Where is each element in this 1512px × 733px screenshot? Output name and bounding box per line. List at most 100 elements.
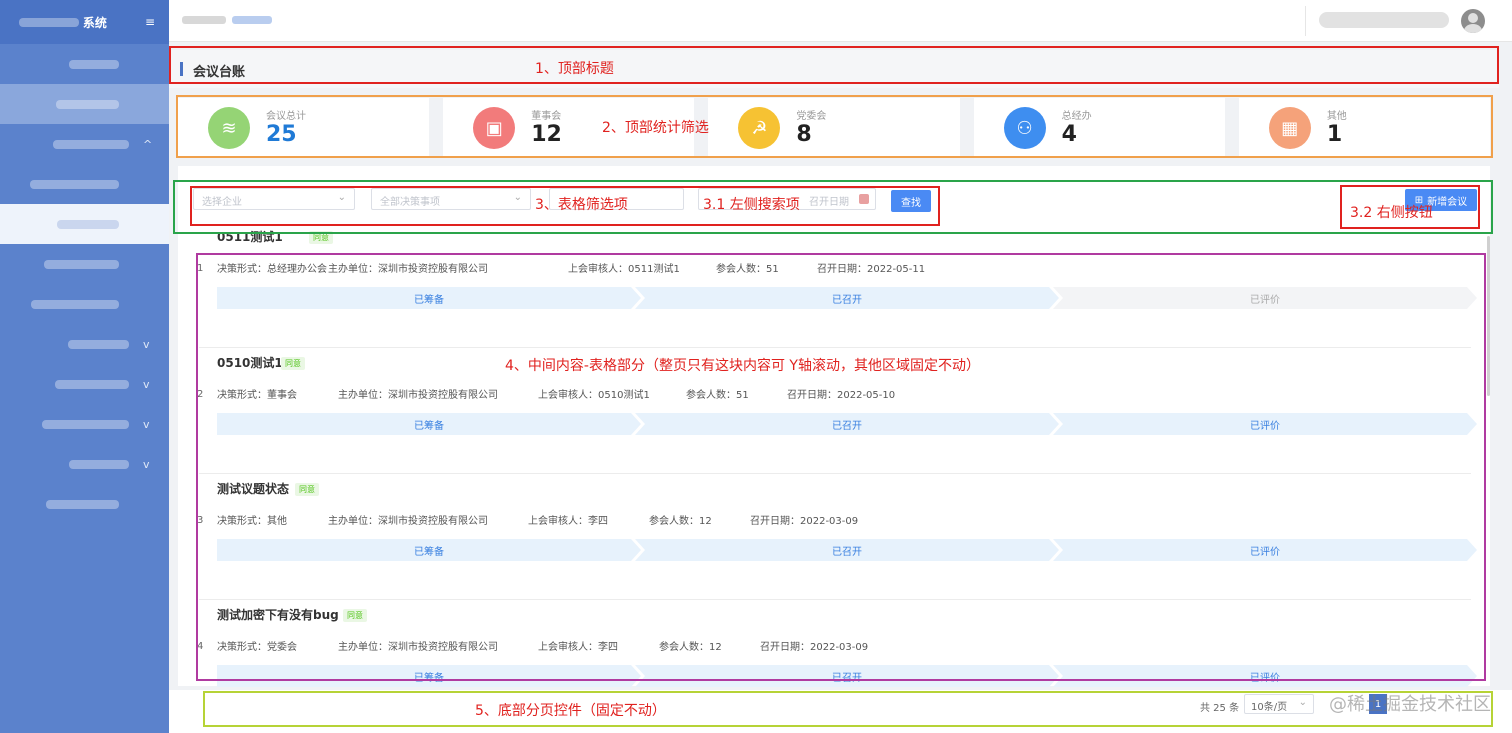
sidebar-item[interactable]: v [0,324,169,364]
stat-card[interactable]: ≋ 会议总计 25 [178,98,430,156]
progress-step: 已筹备 [217,287,641,309]
layers-icon: ≋ [208,107,250,149]
stat-card[interactable]: ⚇ 总经办 4 [973,98,1225,156]
progress-step: 已评价 [1053,539,1477,561]
progress-steps: 已筹备 已召开 已评价 [217,287,1471,309]
menu-toggle-icon[interactable]: ≡ [145,15,155,29]
attendee-count: 参会人数：12 [659,642,722,653]
scrollbar[interactable] [1487,236,1490,396]
table-row[interactable]: 测试议题状态 同意 3 决策形式：其他 主办单位：深圳市投资控股有限公司 上会审核人：李四… [197,474,1471,600]
user-name[interactable] [1319,12,1449,28]
host-unit: 主办单位：深圳市投资控股有限公司 [338,642,498,653]
logo-text: 系统 [82,15,107,30]
decision-form: 决策形式：党委会 [217,642,297,653]
stat-value: 8 [796,122,812,147]
reviewer: 上会审核人：0511测试1 [568,264,680,275]
sidebar-item[interactable] [0,244,169,284]
status-badge: 同意 [295,483,319,496]
sidebar-item[interactable] [0,164,169,204]
row-index: 2 [197,389,204,400]
sidebar-item[interactable]: v [0,444,169,484]
top-bar [169,0,1512,42]
search-button[interactable]: 查找 [891,190,931,212]
sidebar-item[interactable]: v [0,404,169,444]
meeting-date: 召开日期：2022-03-09 [760,642,869,653]
divider [1305,6,1306,36]
meeting-title[interactable]: 0510测试1 [217,354,283,371]
row-index: 1 [197,263,204,274]
stats-row: ≋ 会议总计 25 ▣ 董事会 12 ☭ 党委会 8 ⚇ 总经办 4 ▦ 其他 1 [178,98,1491,156]
progress-step: 已召开 [635,287,1059,309]
progress-step: 已筹备 [217,539,641,561]
meeting-title[interactable]: 0511测试1 [217,228,283,245]
calendar-icon [859,194,869,204]
sidebar-item[interactable] [0,204,169,244]
reviewer: 上会审核人：李四 [528,516,608,527]
sidebar-item[interactable]: v [0,364,169,404]
title-marker [180,62,183,76]
matter-select[interactable]: 全部决策事项 ⌄ [371,188,531,210]
attendee-count: 参会人数：51 [716,264,779,275]
chevron-down-icon: v [143,337,150,351]
progress-step: 已评价 [1053,287,1477,309]
annotation-pagination: 5、底部分页控件（固定不动） [475,703,666,719]
annotation-stats: 2、顶部统计筛选 [602,120,709,136]
breadcrumb [182,14,272,27]
status-badge: 同意 [309,231,333,244]
decision-form: 决策形式：总经理办公会 [217,264,327,275]
chevron-down-icon: ⌄ [513,192,522,203]
row-index: 3 [197,515,204,526]
annotation-title: 1、顶部标题 [535,61,614,77]
reviewer: 上会审核人：李四 [538,642,618,653]
watermark: @稀土掘金技术社区 [1329,694,1491,715]
host-unit: 主办单位：深圳市投资控股有限公司 [328,516,488,527]
progress-step: 已筹备 [217,413,641,435]
annotation-search: 3.1 左侧搜索项 [703,197,800,213]
row-index: 4 [197,641,204,652]
total-count: 共 25 条 [1200,703,1240,714]
stat-label: 董事会 [531,111,562,122]
company-select[interactable]: 选择企业 ⌄ [193,188,355,210]
party-emblem-icon: ☭ [738,107,781,149]
meeting-title[interactable]: 测试加密下有没有bug [217,606,339,623]
annotation-buttons: 3.2 右侧按钮 [1350,205,1433,221]
page-header: 会议台账 [169,50,1499,88]
chevron-down-icon: v [143,457,150,471]
page-size-select[interactable]: 10条/页 ⌄ [1244,694,1314,714]
sidebar-item[interactable] [0,44,169,84]
reviewer: 上会审核人：0510测试1 [538,390,650,401]
stat-label: 党委会 [796,111,827,122]
progress-step: 已评价 [1053,665,1477,687]
org-chart-icon: ⚇ [1003,107,1046,149]
chevron-up-icon: ^ [143,137,153,151]
chevron-down-icon: v [143,417,150,431]
progress-step: 已筹备 [217,665,641,687]
status-badge: 同意 [343,609,367,622]
sidebar: 系统 ≡ ^ v v v v [0,0,169,733]
chevron-down-icon: ⌄ [337,192,346,203]
stat-value: 1 [1326,122,1343,147]
stat-label: 总经办 [1061,111,1092,122]
stat-card[interactable]: ☭ 党委会 8 [708,98,960,156]
progress-step: 已召开 [635,665,1059,687]
status-badge: 同意 [281,357,305,370]
sidebar-item[interactable] [0,284,169,324]
sidebar-item[interactable]: ^ [0,124,169,164]
sidebar-item[interactable] [0,84,169,124]
table-row[interactable]: 0511测试1 同意 1 决策形式：总经理办公会 主办单位：深圳市投资控股有限公司 上会审… [197,222,1471,348]
progress-step: 已召开 [635,413,1059,435]
chevron-down-icon: v [143,377,150,391]
stat-card[interactable]: ▦ 其他 1 [1238,98,1491,156]
attendee-count: 参会人数：51 [686,390,749,401]
meeting-title[interactable]: 测试议题状态 [217,480,289,497]
avatar[interactable] [1461,9,1485,33]
annotation-table: 4、中间内容-表格部分（整页只有这块内容可 Y轴滚动，其他区域固定不动） [505,358,980,374]
annotation-filters: 3、表格筛选项 [535,197,628,213]
progress-step: 已评价 [1053,413,1477,435]
stat-label: 其他 [1326,111,1347,122]
sidebar-item[interactable] [0,484,169,524]
chevron-down-icon: ⌄ [1298,697,1307,708]
stat-value: 4 [1061,122,1077,147]
attendee-count: 参会人数：12 [649,516,712,527]
sidebar-logo: 系统 ≡ [0,0,169,44]
